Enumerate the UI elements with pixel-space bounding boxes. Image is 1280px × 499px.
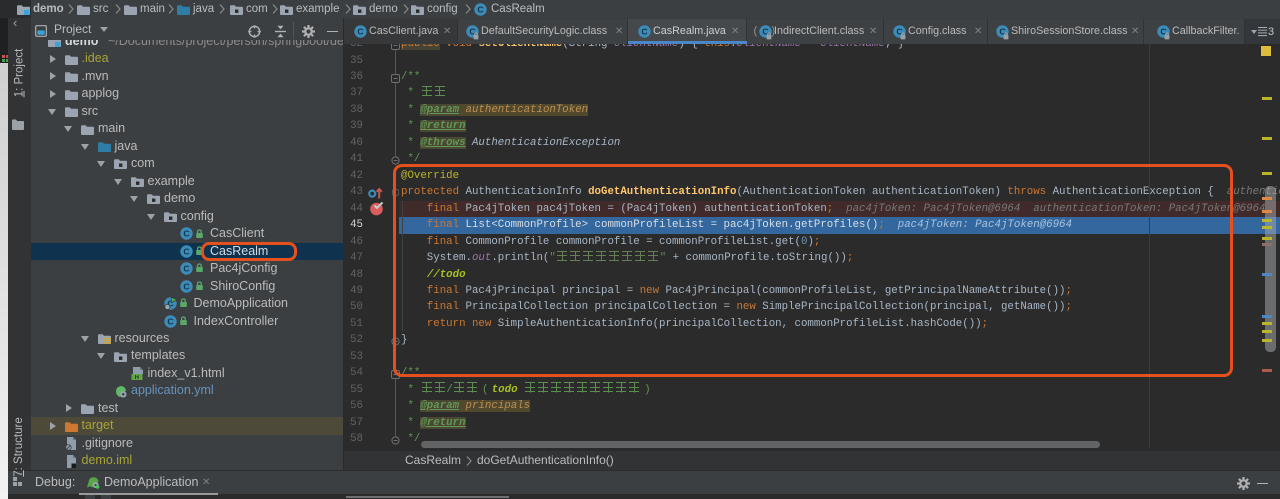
svg-text:C: C	[357, 27, 363, 37]
svg-text:C: C	[477, 4, 483, 14]
svg-text:C: C	[183, 281, 189, 291]
svg-text:C: C	[167, 316, 173, 326]
svg-text:C: C	[183, 246, 189, 256]
svg-text:C: C	[641, 27, 647, 37]
svg-text:H: H	[134, 375, 138, 380]
svg-text:C: C	[183, 229, 189, 239]
svg-text:C: C	[183, 264, 189, 274]
